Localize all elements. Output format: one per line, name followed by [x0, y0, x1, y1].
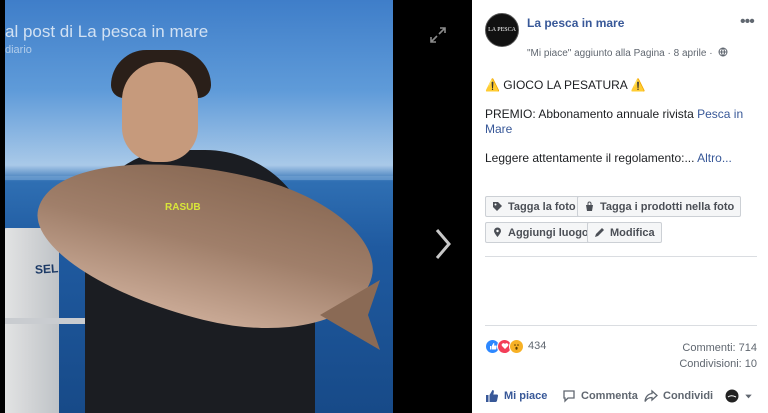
shares-count[interactable]: Condivisioni: 10 — [679, 356, 757, 372]
chevron-down-icon — [745, 394, 752, 398]
tag-photo-button[interactable]: Tagga la foto — [485, 196, 583, 217]
edit-label: Modifica — [610, 226, 655, 239]
page-avatar-small-icon — [725, 389, 739, 403]
page-avatar-text: LA PESCA — [488, 26, 516, 33]
comment-icon — [563, 390, 575, 403]
edit-button[interactable]: Modifica — [587, 222, 662, 243]
next-photo-icon[interactable] — [432, 226, 454, 262]
post-meta: "Mi piace" aggiunto alla Pagina · 8 apri… — [527, 47, 728, 59]
album-subtitle: diario — [5, 44, 32, 56]
post-rules-text: Leggere attentamente il regolamento:... — [485, 151, 695, 165]
photo-boat-logo: SEL — [34, 261, 59, 277]
page-name-link[interactable]: La pesca in mare — [527, 16, 624, 30]
comments-count[interactable]: Commenti: 714 — [679, 340, 757, 356]
expand-icon[interactable] — [428, 25, 448, 45]
tag-products-label: Tagga i prodotti nella foto — [600, 200, 735, 213]
tag-icon — [493, 202, 502, 211]
reactions-summary[interactable]: 434 — [485, 337, 546, 355]
post-rules: Leggere attentamente il regolamento:... … — [485, 151, 757, 166]
tag-products-button[interactable]: Tagga i prodotti nella foto — [577, 196, 742, 217]
album-title: al post di La pesca in mare — [5, 22, 209, 41]
post-headline: ⚠️ GIOCO LA PESATURA ⚠️ — [485, 78, 757, 93]
thumbs-up-icon — [486, 390, 499, 402]
post-photo[interactable]: SEL RASUB al post di La pesca in mare di… — [5, 0, 393, 413]
like-button[interactable]: Mi piace — [485, 389, 547, 403]
photo-viewer: SEL RASUB al post di La pesca in mare di… — [0, 0, 472, 413]
reaction-count: 434 — [528, 340, 547, 352]
post-headline-text: GIOCO LA PESATURA — [503, 78, 628, 92]
add-place-label: Aggiungi luogo — [508, 226, 589, 239]
add-place-button[interactable]: Aggiungi luogo — [485, 222, 596, 243]
wow-reaction-icon — [509, 338, 524, 354]
like-label: Mi piace — [504, 390, 548, 402]
post-prize-text: PREMIO: Abbonamento annuale rivista — [485, 107, 698, 121]
post-text: ⚠️ GIOCO LA PESATURA ⚠️ PREMIO: Abboname… — [485, 78, 757, 180]
location-pin-icon — [494, 227, 501, 237]
shopping-bag-icon — [586, 201, 593, 211]
comment-label: Commenta — [581, 390, 638, 402]
photo-suit-logo: RASUB — [165, 202, 201, 213]
post-meta-text: "Mi piace" aggiunto alla Pagina · 8 apri… — [527, 48, 713, 59]
share-label: Condividi — [663, 390, 714, 402]
page-avatar[interactable]: LA PESCA — [485, 13, 519, 47]
pencil-icon — [595, 228, 604, 237]
audience-selector[interactable] — [725, 389, 753, 403]
post-prize: PREMIO: Abbonamento annuale rivista Pesc… — [485, 107, 757, 137]
divider — [485, 256, 757, 257]
post-stats: Commenti: 714 Condivisioni: 10 — [679, 340, 757, 372]
comment-button[interactable]: Commenta — [562, 389, 638, 403]
globe-icon[interactable] — [718, 47, 728, 57]
tag-photo-label: Tagga la foto — [508, 200, 576, 213]
warning-icon: ⚠️ — [630, 78, 646, 92]
post-info-panel: LA PESCA La pesca in mare "Mi piace" agg… — [472, 0, 768, 413]
divider — [485, 325, 757, 326]
warning-icon: ⚠️ — [485, 78, 500, 92]
see-more-link[interactable]: Altro... — [697, 151, 732, 165]
more-options-icon[interactable]: ••• — [740, 13, 755, 31]
photo-diver-head — [122, 62, 198, 162]
share-button[interactable]: Condividi — [644, 389, 713, 403]
share-icon — [644, 389, 658, 402]
